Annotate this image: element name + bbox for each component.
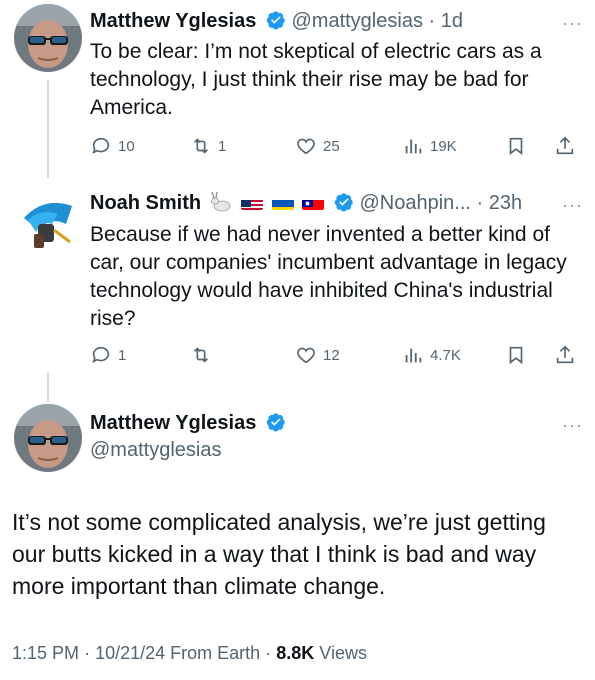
like-icon — [297, 347, 315, 364]
like-button[interactable]: 12 — [295, 341, 340, 369]
tweet-actions: 1 12 4.7K — [90, 341, 585, 369]
timestamp[interactable]: 23h — [489, 192, 522, 214]
separator: · — [428, 10, 436, 32]
handle[interactable]: @mattyglesias — [90, 437, 286, 463]
reply-count: 1 — [118, 346, 127, 364]
reply-button[interactable]: 10 — [90, 132, 135, 160]
tweet-header: Matthew Yglesias @mattyglesias · 1d — [90, 9, 463, 33]
bookmark-icon — [509, 137, 523, 155]
tweet-meta: 1:15 PM · 10/21/24 From Earth · 8.8K Vie… — [12, 643, 367, 664]
verified-icon — [334, 193, 353, 212]
bookmark-button[interactable] — [505, 132, 527, 160]
thread-line — [47, 372, 49, 402]
post-source: From Earth — [170, 643, 261, 663]
bookmark-button[interactable] — [505, 341, 527, 369]
more-options-button[interactable]: ··· — [562, 416, 583, 434]
retweet-button[interactable] — [190, 341, 218, 369]
avatar[interactable] — [14, 4, 82, 72]
post-time[interactable]: 1:15 PM — [12, 643, 79, 663]
separator: · — [476, 192, 484, 214]
share-icon — [556, 345, 574, 364]
separator: · — [265, 643, 272, 663]
tweet-header: Noah Smith @Noahpin... · 23h — [90, 191, 522, 215]
like-count: 25 — [323, 137, 340, 155]
like-count: 12 — [323, 346, 340, 364]
retweet-icon — [193, 138, 209, 154]
rabbit-emoji — [210, 191, 231, 212]
tweet-text: Because if we had never invented a bette… — [90, 223, 567, 330]
separator: · — [84, 643, 91, 663]
views-count: 4.7K — [430, 346, 461, 364]
avatar[interactable] — [14, 190, 82, 258]
main-tweet-text: It’s not some complicated analysis, we’r… — [12, 509, 546, 599]
author-name[interactable]: Noah Smith — [90, 192, 201, 214]
verified-icon — [266, 413, 285, 432]
thread-line — [47, 80, 49, 178]
bookmark-icon — [509, 346, 523, 364]
views-icon — [405, 139, 422, 154]
views-label: Views — [319, 643, 367, 663]
handle[interactable]: @mattyglesias — [291, 10, 422, 32]
us-flag — [241, 196, 264, 210]
retweet-button[interactable]: 1 — [190, 132, 226, 160]
reply-button[interactable]: 1 — [90, 341, 126, 369]
author-name[interactable]: Matthew Yglesias — [90, 10, 256, 32]
share-button[interactable] — [554, 132, 576, 160]
main-tweet-header: Matthew Yglesias @mattyglesias — [90, 411, 286, 463]
tweet-text: To be clear: I’m not skeptical of electr… — [90, 40, 542, 119]
share-icon — [556, 136, 574, 155]
more-options-button[interactable]: ··· — [562, 196, 583, 214]
taiwan-flag — [302, 196, 325, 210]
timestamp[interactable]: 1d — [441, 10, 463, 32]
tweet-actions: 10 1 25 19K — [90, 132, 585, 160]
views-button[interactable]: 19K — [402, 132, 457, 160]
share-button[interactable] — [554, 341, 576, 369]
like-button[interactable]: 25 — [295, 132, 340, 160]
ukraine-flag — [271, 196, 294, 210]
avatar[interactable] — [14, 404, 82, 472]
author-name[interactable]: Matthew Yglesias — [90, 412, 256, 434]
handle[interactable]: @Noahpin... — [360, 192, 471, 214]
retweet-icon — [193, 347, 209, 363]
reply-count: 10 — [118, 137, 135, 155]
views-button[interactable]: 4.7K — [402, 341, 461, 369]
like-icon — [297, 138, 315, 155]
views-count: 8.8K — [276, 643, 315, 663]
more-options-button[interactable]: ··· — [562, 14, 583, 32]
retweet-count: 1 — [218, 137, 227, 155]
verified-icon — [266, 11, 285, 30]
reply-icon — [92, 137, 110, 154]
views-count: 19K — [430, 137, 457, 155]
reply-icon — [92, 346, 110, 363]
views-icon — [405, 348, 422, 363]
post-date[interactable]: 10/21/24 — [95, 643, 165, 663]
